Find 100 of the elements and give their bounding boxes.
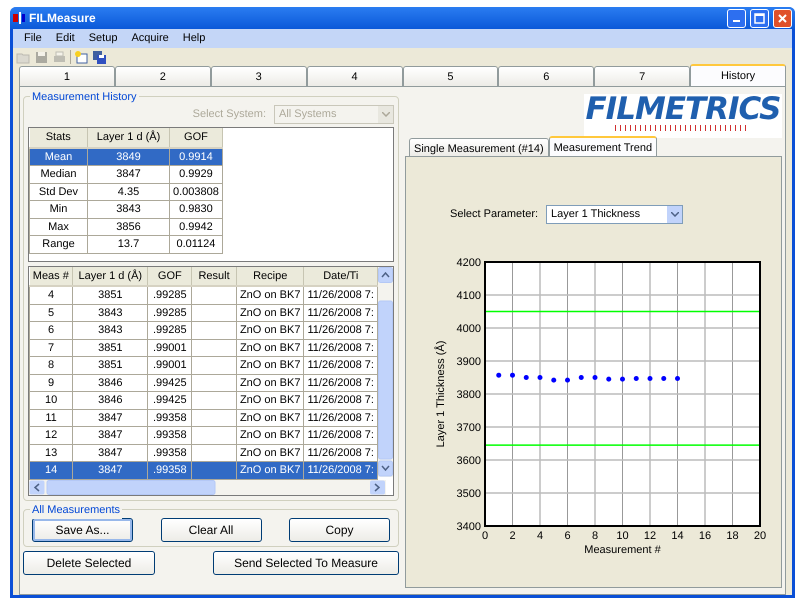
y-tick-label: 3600 — [456, 455, 481, 467]
button[interactable]: Save As... — [32, 518, 133, 542]
stacked-disks-icon[interactable] — [92, 50, 107, 64]
tab[interactable]: 4 — [306, 66, 402, 86]
vertical-scrollbar[interactable] — [378, 266, 393, 477]
table-cell: 3847 — [72, 409, 148, 427]
menu-item[interactable]: Acquire — [124, 30, 176, 47]
table-cell: 0.9929 — [170, 166, 222, 183]
column-header[interactable]: Stats — [30, 128, 88, 148]
close-button[interactable] — [773, 8, 792, 28]
column-header[interactable]: Date/Ti — [304, 266, 378, 286]
data-point — [592, 375, 598, 380]
data-point — [551, 378, 556, 383]
tab[interactable]: Single Measurement (#14) — [409, 138, 549, 156]
column-header[interactable]: Layer 1 d (Å) — [88, 128, 170, 148]
table-cell: 3843 — [72, 304, 148, 322]
table-cell: .99285 — [148, 286, 192, 304]
table-cell: 3846 — [72, 392, 148, 410]
horizontal-scrollbar[interactable] — [29, 480, 386, 495]
table-cell: ZnO on BK7 — [236, 392, 304, 410]
app-icon — [13, 12, 25, 24]
stats-row[interactable]: Median 3847 0.9929 — [30, 166, 222, 183]
table-cell: ZnO on BK7 — [236, 462, 304, 480]
measurement-row[interactable]: 12 3847 .99358 ZnO on BK7 11/26/2008 7: — [30, 426, 378, 444]
table-cell: 3847 — [72, 462, 148, 480]
measurement-row[interactable]: 11 3847 .99358 ZnO on BK7 11/26/2008 7: — [30, 409, 378, 427]
parameter-dropdown[interactable]: Layer 1 Thickness — [546, 205, 684, 224]
button[interactable]: Send Selected To Measure — [213, 551, 399, 575]
table-cell: 3843 — [88, 200, 170, 218]
stats-row[interactable]: Std Dev 4.35 0.003808 — [30, 183, 222, 200]
measurement-row[interactable]: 14 3847 .99358 ZnO on BK7 11/26/2008 7: — [30, 462, 378, 480]
star-document-icon[interactable] — [74, 50, 89, 64]
stats-row[interactable]: Mean 3849 0.9914 — [30, 148, 222, 166]
maximize-button[interactable] — [750, 8, 769, 28]
y-tick-label: 4000 — [456, 323, 481, 335]
button[interactable]: Clear All — [160, 518, 262, 542]
table-cell: 11/26/2008 7: — [304, 356, 378, 374]
measurement-row[interactable]: 7 3851 .99001 ZnO on BK7 11/26/2008 7: — [30, 339, 378, 357]
column-header[interactable]: Result — [192, 266, 236, 286]
logo: FILMETRICS — [584, 94, 782, 138]
measurement-row[interactable]: 6 3843 .99285 ZnO on BK7 11/26/2008 7: — [30, 322, 378, 340]
table-cell: ZnO on BK7 — [236, 374, 304, 392]
tab[interactable]: 6 — [498, 66, 594, 86]
select-system-label: Select System: — [192, 106, 266, 122]
measurement-row[interactable]: 9 3846 .99425 ZnO on BK7 11/26/2008 7: — [30, 374, 378, 392]
column-header[interactable]: Meas # — [30, 266, 73, 286]
menu-item[interactable]: Help — [176, 30, 212, 47]
measurement-row[interactable]: 10 3846 .99425 ZnO on BK7 11/26/2008 7: — [30, 392, 378, 410]
y-tick-label: 3900 — [456, 356, 481, 368]
table-cell: 11/26/2008 7: — [304, 374, 378, 392]
data-point — [578, 375, 584, 380]
measurement-row[interactable]: 5 3843 .99285 ZnO on BK7 11/26/2008 7: — [30, 304, 378, 322]
table-cell: 8 — [30, 356, 73, 374]
tab[interactable]: 7 — [594, 66, 690, 86]
table-cell: ZnO on BK7 — [236, 322, 304, 340]
stats-row[interactable]: Range 13.7 0.01124 — [30, 236, 222, 253]
stats-row[interactable]: Min 3843 0.9830 — [30, 200, 222, 218]
table-cell: 3851 — [72, 339, 148, 357]
maximize-icon — [754, 12, 765, 24]
tab[interactable]: Measurement Trend — [548, 136, 658, 156]
table-cell: 10 — [30, 392, 73, 410]
table-cell: 3851 — [72, 356, 148, 374]
menu-item[interactable]: Edit — [48, 30, 82, 47]
tab[interactable]: 3 — [210, 66, 307, 86]
minimize-button[interactable] — [727, 8, 746, 28]
table-cell: 0.003808 — [170, 183, 222, 200]
measurement-row[interactable]: 4 3851 .99285 ZnO on BK7 11/26/2008 7: — [30, 286, 378, 304]
table-cell: 11/26/2008 7: — [304, 462, 378, 480]
measurement-row[interactable]: 8 3851 .99001 ZnO on BK7 11/26/2008 7: — [30, 356, 378, 374]
table-cell: ZnO on BK7 — [236, 356, 304, 374]
y-tick-label: 3800 — [456, 389, 481, 401]
table-cell: .99358 — [148, 409, 192, 427]
tab[interactable]: 2 — [114, 66, 211, 86]
stats-row[interactable]: Max 3856 0.9942 — [30, 218, 222, 236]
button[interactable]: Copy — [289, 518, 390, 542]
tab[interactable]: 5 — [402, 66, 498, 86]
menu-item[interactable]: File — [17, 30, 49, 47]
x-tick-label: 14 — [671, 530, 684, 542]
data-point — [606, 376, 612, 382]
column-header[interactable]: Recipe — [236, 266, 304, 286]
table-cell: 4.35 — [88, 183, 170, 200]
group-title: All Measurements — [30, 502, 122, 518]
tab[interactable]: History — [690, 64, 786, 86]
minimize-icon — [733, 20, 740, 22]
column-header[interactable]: GOF — [148, 266, 192, 286]
table-cell: 6 — [30, 322, 73, 340]
table-cell: 11/26/2008 7: — [304, 304, 378, 322]
window-title: FILMeasure — [29, 10, 96, 27]
x-tick-label: 20 — [754, 530, 766, 542]
column-header[interactable]: GOF — [170, 128, 222, 148]
table-cell: 9 — [30, 374, 73, 392]
y-tick-label: 3700 — [456, 422, 481, 434]
table-cell: 4 — [30, 286, 73, 304]
x-tick-label: 16 — [698, 530, 712, 542]
column-header[interactable]: Layer 1 d (Å) — [72, 266, 148, 286]
tab[interactable]: 1 — [19, 66, 115, 86]
data-point — [620, 376, 625, 382]
menu-item[interactable]: Setup — [82, 30, 124, 47]
button[interactable]: Delete Selected — [23, 551, 155, 575]
table-cell: Std Dev — [30, 183, 88, 200]
